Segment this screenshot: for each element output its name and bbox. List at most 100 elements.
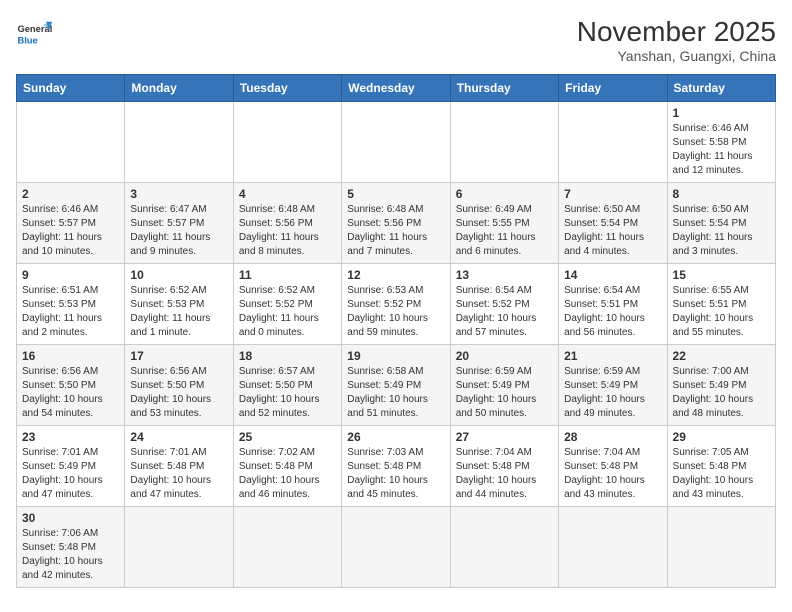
svg-text:Blue: Blue: [17, 35, 37, 45]
day-info: Sunrise: 6:54 AM Sunset: 5:52 PM Dayligh…: [456, 284, 553, 340]
calendar-cell: 8 Sunrise: 6:50 AM Sunset: 5:54 PM Daylig…: [667, 183, 775, 264]
calendar-cell: 2Sunrise: 6:46 AM Sunset: 5:57 PM Daylig…: [17, 183, 125, 264]
day-number: 9: [22, 268, 119, 282]
calendar-cell: [17, 102, 125, 183]
day-info: Sunrise: 6:46 AM Sunset: 5:58 PM Dayligh…: [673, 122, 770, 178]
day-number: 8: [673, 187, 770, 201]
day-number: 4: [239, 187, 336, 201]
day-info: Sunrise: 7:01 AM Sunset: 5:48 PM Dayligh…: [130, 446, 227, 502]
calendar-cell: [125, 507, 233, 588]
calendar-cell: 14Sunrise: 6:54 AM Sunset: 5:51 PM Dayli…: [559, 264, 667, 345]
day-info: Sunrise: 6:50 AM Sunset: 5:54 PM Dayligh…: [673, 203, 770, 259]
day-number: 11: [239, 268, 336, 282]
day-info: Sunrise: 6:47 AM Sunset: 5:57 PM Dayligh…: [130, 203, 227, 259]
calendar-cell: 12 Sunrise: 6:53 AM Sunset: 5:52 PM Dayli…: [342, 264, 450, 345]
day-number: 3: [130, 187, 227, 201]
day-info: Sunrise: 6:49 AM Sunset: 5:55 PM Dayligh…: [456, 203, 553, 259]
calendar-cell: 3 Sunrise: 6:47 AM Sunset: 5:57 PM Daylig…: [125, 183, 233, 264]
calendar-cell: 10 Sunrise: 6:52 AM Sunset: 5:53 PM Dayli…: [125, 264, 233, 345]
day-number: 22: [673, 349, 770, 363]
day-info: Sunrise: 6:58 AM Sunset: 5:49 PM Dayligh…: [347, 365, 444, 421]
day-info: Sunrise: 7:00 AM Sunset: 5:49 PM Dayligh…: [673, 365, 770, 421]
day-info: Sunrise: 7:02 AM Sunset: 5:48 PM Dayligh…: [239, 446, 336, 502]
calendar-cell: 22 Sunrise: 7:00 AM Sunset: 5:49 PM Dayli…: [667, 345, 775, 426]
calendar-cell: [450, 507, 558, 588]
calendar-cell: [667, 507, 775, 588]
day-info: Sunrise: 6:53 AM Sunset: 5:52 PM Dayligh…: [347, 284, 444, 340]
day-info: Sunrise: 6:56 AM Sunset: 5:50 PM Dayligh…: [130, 365, 227, 421]
calendar-week-5: 23 Sunrise: 7:01 AM Sunset: 5:49 PM Dayli…: [17, 426, 776, 507]
day-number: 28: [564, 430, 661, 444]
calendar-cell: 29 Sunrise: 7:05 AM Sunset: 5:48 PM Dayli…: [667, 426, 775, 507]
calendar-cell: 19 Sunrise: 6:58 AM Sunset: 5:49 PM Dayli…: [342, 345, 450, 426]
day-number: 17: [130, 349, 227, 363]
day-number: 7: [564, 187, 661, 201]
calendar-cell: 25 Sunrise: 7:02 AM Sunset: 5:48 PM Dayli…: [233, 426, 341, 507]
month-year-title: November 2025: [577, 16, 776, 48]
day-number: 16: [22, 349, 119, 363]
day-info: Sunrise: 6:52 AM Sunset: 5:53 PM Dayligh…: [130, 284, 227, 340]
day-header-saturday: Saturday: [667, 75, 775, 102]
day-info: Sunrise: 6:52 AM Sunset: 5:52 PM Dayligh…: [239, 284, 336, 340]
calendar-week-3: 9 Sunrise: 6:51 AM Sunset: 5:53 PM Daylig…: [17, 264, 776, 345]
day-number: 14: [564, 268, 661, 282]
day-info: Sunrise: 6:46 AM Sunset: 5:57 PM Dayligh…: [22, 203, 119, 259]
day-info: Sunrise: 6:59 AM Sunset: 5:49 PM Dayligh…: [564, 365, 661, 421]
location-subtitle: Yanshan, Guangxi, China: [577, 48, 776, 64]
day-number: 25: [239, 430, 336, 444]
calendar-cell: [233, 102, 341, 183]
page-header: General Blue November 2025 Yanshan, Guan…: [16, 16, 776, 64]
calendar-cell: [450, 102, 558, 183]
day-header-thursday: Thursday: [450, 75, 558, 102]
day-number: 13: [456, 268, 553, 282]
title-block: November 2025 Yanshan, Guangxi, China: [577, 16, 776, 64]
day-info: Sunrise: 6:50 AM Sunset: 5:54 PM Dayligh…: [564, 203, 661, 259]
day-info: Sunrise: 6:48 AM Sunset: 5:56 PM Dayligh…: [347, 203, 444, 259]
day-number: 5: [347, 187, 444, 201]
calendar-week-1: 1 Sunrise: 6:46 AM Sunset: 5:58 PM Daylig…: [17, 102, 776, 183]
day-info: Sunrise: 6:55 AM Sunset: 5:51 PM Dayligh…: [673, 284, 770, 340]
day-number: 18: [239, 349, 336, 363]
calendar-cell: 17 Sunrise: 6:56 AM Sunset: 5:50 PM Dayli…: [125, 345, 233, 426]
day-info: Sunrise: 7:06 AM Sunset: 5:48 PM Dayligh…: [22, 527, 119, 583]
day-info: Sunrise: 7:04 AM Sunset: 5:48 PM Dayligh…: [456, 446, 553, 502]
day-header-tuesday: Tuesday: [233, 75, 341, 102]
calendar-cell: 23 Sunrise: 7:01 AM Sunset: 5:49 PM Dayli…: [17, 426, 125, 507]
calendar-cell: 5 Sunrise: 6:48 AM Sunset: 5:56 PM Daylig…: [342, 183, 450, 264]
calendar-cell: 28Sunrise: 7:04 AM Sunset: 5:48 PM Dayli…: [559, 426, 667, 507]
calendar-cell: 13 Sunrise: 6:54 AM Sunset: 5:52 PM Dayli…: [450, 264, 558, 345]
day-number: 21: [564, 349, 661, 363]
day-header-friday: Friday: [559, 75, 667, 102]
day-info: Sunrise: 6:59 AM Sunset: 5:49 PM Dayligh…: [456, 365, 553, 421]
calendar-cell: 9 Sunrise: 6:51 AM Sunset: 5:53 PM Daylig…: [17, 264, 125, 345]
day-number: 19: [347, 349, 444, 363]
day-info: Sunrise: 7:01 AM Sunset: 5:49 PM Dayligh…: [22, 446, 119, 502]
day-header-wednesday: Wednesday: [342, 75, 450, 102]
day-info: Sunrise: 7:03 AM Sunset: 5:48 PM Dayligh…: [347, 446, 444, 502]
day-info: Sunrise: 7:05 AM Sunset: 5:48 PM Dayligh…: [673, 446, 770, 502]
day-info: Sunrise: 6:51 AM Sunset: 5:53 PM Dayligh…: [22, 284, 119, 340]
calendar-cell: 11 Sunrise: 6:52 AM Sunset: 5:52 PM Dayli…: [233, 264, 341, 345]
day-info: Sunrise: 6:56 AM Sunset: 5:50 PM Dayligh…: [22, 365, 119, 421]
day-number: 10: [130, 268, 227, 282]
day-number: 23: [22, 430, 119, 444]
day-number: 26: [347, 430, 444, 444]
calendar-cell: 6 Sunrise: 6:49 AM Sunset: 5:55 PM Daylig…: [450, 183, 558, 264]
day-number: 15: [673, 268, 770, 282]
day-number: 29: [673, 430, 770, 444]
calendar-cell: 24Sunrise: 7:01 AM Sunset: 5:48 PM Dayli…: [125, 426, 233, 507]
day-number: 12: [347, 268, 444, 282]
calendar-cell: 18 Sunrise: 6:57 AM Sunset: 5:50 PM Dayli…: [233, 345, 341, 426]
day-number: 1: [673, 106, 770, 120]
day-info: Sunrise: 6:48 AM Sunset: 5:56 PM Dayligh…: [239, 203, 336, 259]
calendar-cell: [559, 102, 667, 183]
calendar-cell: 21 Sunrise: 6:59 AM Sunset: 5:49 PM Dayli…: [559, 345, 667, 426]
calendar-cell: 20 Sunrise: 6:59 AM Sunset: 5:49 PM Dayli…: [450, 345, 558, 426]
day-number: 20: [456, 349, 553, 363]
day-number: 27: [456, 430, 553, 444]
day-number: 6: [456, 187, 553, 201]
calendar-cell: [125, 102, 233, 183]
calendar-table: SundayMondayTuesdayWednesdayThursdayFrid…: [16, 74, 776, 588]
logo-icon: General Blue: [16, 16, 52, 52]
day-info: Sunrise: 6:57 AM Sunset: 5:50 PM Dayligh…: [239, 365, 336, 421]
